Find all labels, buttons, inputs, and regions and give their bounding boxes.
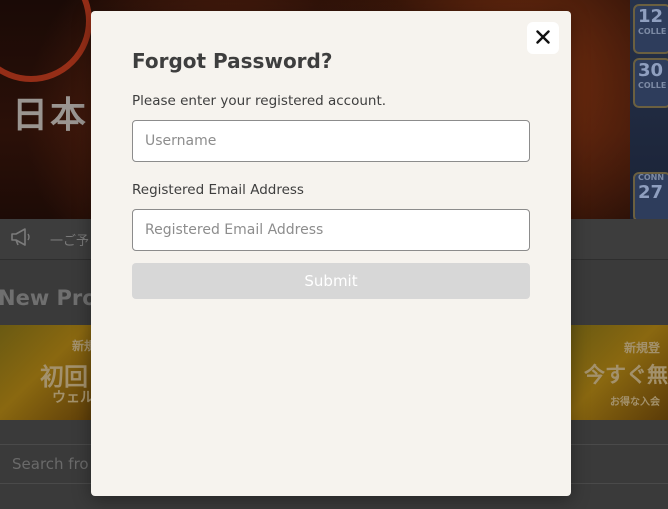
promo-banner-left[interactable]: 新規 初回 ウェル <box>0 325 100 420</box>
slot-badge-caption: COLLE <box>638 27 667 36</box>
hero-decoration <box>0 0 92 82</box>
forgot-password-modal: Forgot Password? Please enter your regis… <box>91 11 571 496</box>
background-search-placeholder: Search fro <box>12 455 89 473</box>
slot-badge-number: 12 <box>638 6 664 27</box>
megaphone-icon <box>10 228 32 251</box>
promo-text: 今すぐ無 <box>584 363 668 387</box>
promo-text: お得な入会 <box>610 397 660 408</box>
account-label: Please enter your registered account. <box>132 93 387 109</box>
submit-button[interactable]: Submit <box>132 263 530 299</box>
email-input[interactable] <box>132 209 530 251</box>
section-title: New Pro <box>0 286 97 310</box>
slot-badge[interactable]: 30 COLLE <box>633 58 668 108</box>
email-label: Registered Email Address <box>132 182 304 198</box>
hero-title: 日本 <box>12 95 89 136</box>
slot-badge[interactable]: 12 COLLE <box>633 4 668 54</box>
close-icon <box>536 29 550 47</box>
modal-title: Forgot Password? <box>132 49 333 73</box>
slot-badge-caption: COLLE <box>638 81 667 90</box>
promo-banner-right[interactable]: 新規登 今すぐ無 お得な入会 <box>570 325 668 420</box>
slot-badge-caption: CONN <box>638 173 665 182</box>
slot-badge-number: 27 <box>638 182 664 203</box>
promo-text: ウェル <box>52 390 94 406</box>
username-input[interactable] <box>132 120 530 162</box>
slot-badge[interactable]: CONN 27 <box>633 172 668 222</box>
close-button[interactable] <box>527 22 559 54</box>
ticker-text[interactable]: 一ご予 <box>50 230 89 249</box>
promo-text: 新規登 <box>624 341 661 355</box>
slot-badge-number: 30 <box>638 60 664 81</box>
